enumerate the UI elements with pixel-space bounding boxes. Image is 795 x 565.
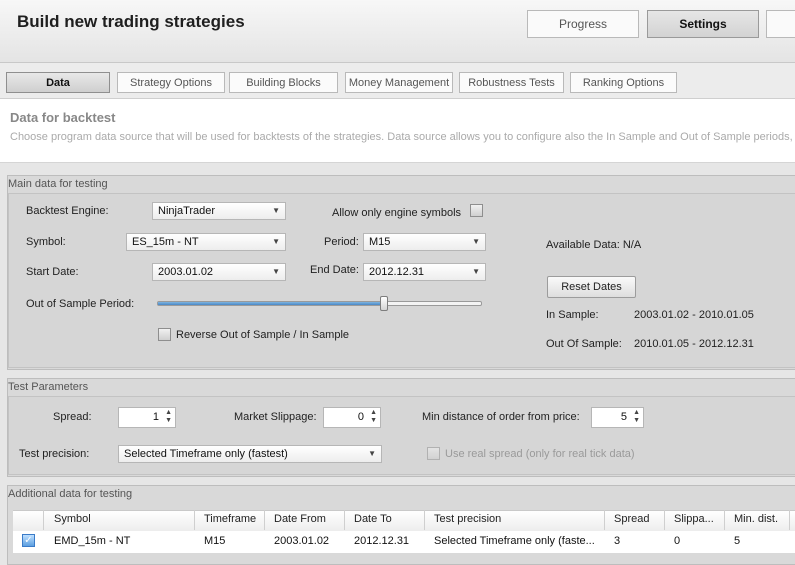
test-precision-select[interactable]: Selected Timeframe only (fastest) ▼ bbox=[118, 445, 382, 463]
period-value: M15 bbox=[369, 236, 391, 248]
reverse-oos-checkbox[interactable] bbox=[158, 328, 171, 341]
start-date-value: 2003.01.02 bbox=[158, 266, 214, 278]
column-header-date-to[interactable]: Date To bbox=[354, 513, 392, 525]
row-checkbox[interactable]: ✓ bbox=[22, 534, 35, 547]
section-title: Data for backtest bbox=[10, 110, 116, 125]
oos-slider-thumb[interactable] bbox=[380, 296, 389, 311]
spinner-arrows-icon[interactable]: ▲ ▼ bbox=[633, 409, 640, 425]
test-precision-label: Test precision: bbox=[19, 448, 90, 460]
cell-date-to: 2012.12.31 bbox=[354, 535, 410, 547]
column-header-spread[interactable]: Spread bbox=[614, 513, 649, 525]
end-date-picker[interactable]: 2012.12.31 ▼ bbox=[363, 263, 486, 281]
column-separator bbox=[344, 510, 345, 530]
spread-value: 1 bbox=[152, 411, 159, 423]
market-slippage-label: Market Slippage: bbox=[234, 411, 317, 423]
symbol-select[interactable]: ES_15m - NT ▼ bbox=[126, 233, 286, 251]
column-header-min-dist[interactable]: Min. dist. bbox=[734, 513, 778, 525]
backtest-engine-label: Backtest Engine: bbox=[26, 205, 109, 217]
column-header-date-from[interactable]: Date From bbox=[274, 513, 326, 525]
column-header-symbol[interactable]: Symbol bbox=[54, 513, 91, 525]
end-date-label: End Date: bbox=[310, 264, 359, 276]
column-separator bbox=[664, 510, 665, 530]
min-distance-label: Min distance of order from price: bbox=[422, 411, 580, 423]
column-separator bbox=[789, 510, 790, 530]
chevron-down-icon: ▼ bbox=[472, 267, 480, 276]
tab-money-management[interactable]: Money Management bbox=[345, 72, 453, 93]
min-distance-stepper[interactable]: 5 ▲ ▼ bbox=[591, 407, 644, 428]
cell-test-precision: Selected Timeframe only (faste... bbox=[434, 535, 595, 547]
cell-spread: 3 bbox=[614, 535, 621, 547]
tab-ranking-options[interactable]: Ranking Options bbox=[570, 72, 677, 93]
column-header-test-precision[interactable]: Test precision bbox=[434, 513, 501, 525]
period-select[interactable]: M15 ▼ bbox=[363, 233, 486, 251]
chevron-down-icon: ▼ bbox=[272, 206, 280, 215]
market-slippage-stepper[interactable]: 0 ▲ ▼ bbox=[323, 407, 381, 428]
cell-symbol: EMD_15m - NT bbox=[54, 535, 131, 547]
symbol-label: Symbol: bbox=[26, 236, 66, 248]
backtest-engine-select[interactable]: NinjaTrader ▼ bbox=[152, 202, 286, 220]
page-title: Build new trading strategies bbox=[17, 12, 245, 31]
cell-date-from: 2003.01.02 bbox=[274, 535, 330, 547]
period-label: Period: bbox=[324, 236, 359, 248]
tab-robustness-tests[interactable]: Robustness Tests bbox=[459, 72, 564, 93]
column-separator bbox=[194, 510, 195, 530]
out-of-sample-label: Out Of Sample: bbox=[546, 338, 622, 350]
min-distance-value: 5 bbox=[620, 411, 627, 423]
in-sample-label: In Sample: bbox=[546, 309, 599, 321]
section-description: Choose program data source that will be … bbox=[10, 131, 795, 143]
start-date-picker[interactable]: 2003.01.02 ▼ bbox=[152, 263, 286, 281]
use-real-spread-label: Use real spread (only for real tick data… bbox=[445, 448, 635, 460]
spinner-arrows-icon[interactable]: ▲ ▼ bbox=[370, 409, 377, 425]
chevron-down-icon: ▼ bbox=[472, 237, 480, 246]
chevron-down-icon: ▼ bbox=[272, 237, 280, 246]
start-date-label: Start Date: bbox=[26, 266, 79, 278]
column-separator bbox=[724, 510, 725, 530]
spread-stepper[interactable]: 1 ▲ ▼ bbox=[118, 407, 176, 428]
backtest-engine-value: NinjaTrader bbox=[158, 205, 216, 217]
checkmark-icon: ✓ bbox=[24, 535, 33, 546]
chevron-down-icon: ▼ bbox=[368, 449, 376, 458]
oos-period-label: Out of Sample Period: bbox=[26, 298, 135, 310]
main-data-group-title: Main data for testing bbox=[8, 178, 108, 190]
test-parameters-group-title: Test Parameters bbox=[8, 381, 89, 393]
test-precision-value: Selected Timeframe only (fastest) bbox=[124, 448, 288, 460]
market-slippage-value: 0 bbox=[357, 411, 364, 423]
extra-button[interactable] bbox=[766, 10, 795, 38]
tab-data[interactable]: Data bbox=[6, 72, 110, 93]
oos-slider-fill bbox=[158, 302, 385, 305]
column-separator bbox=[43, 510, 44, 530]
tab-strategy-options[interactable]: Strategy Options bbox=[117, 72, 225, 93]
spinner-arrows-icon[interactable]: ▲ ▼ bbox=[165, 409, 172, 425]
use-real-spread-checkbox[interactable] bbox=[427, 447, 440, 460]
spread-label: Spread: bbox=[53, 411, 92, 423]
tab-building-blocks[interactable]: Building Blocks bbox=[229, 72, 338, 93]
cell-timeframe: M15 bbox=[204, 535, 226, 547]
column-separator bbox=[264, 510, 265, 530]
available-data-label-text: Available Data: bbox=[546, 239, 620, 251]
out-of-sample-value: 2010.01.05 - 2012.12.31 bbox=[634, 338, 754, 350]
reverse-oos-label: Reverse Out of Sample / In Sample bbox=[176, 329, 350, 341]
column-header-slippage[interactable]: Slippa... bbox=[674, 513, 714, 525]
reset-dates-button[interactable]: Reset Dates bbox=[547, 276, 636, 298]
column-separator bbox=[424, 510, 425, 530]
settings-button[interactable]: Settings bbox=[647, 10, 759, 38]
allow-engine-symbols-label: Allow only engine symbols bbox=[332, 207, 462, 219]
cell-min-dist: 5 bbox=[734, 535, 741, 547]
symbol-value: ES_15m - NT bbox=[132, 236, 199, 248]
allow-engine-symbols-checkbox[interactable] bbox=[470, 204, 483, 217]
chevron-down-icon: ▼ bbox=[272, 267, 280, 276]
column-header-timeframe[interactable]: Timeframe bbox=[204, 513, 256, 525]
end-date-value: 2012.12.31 bbox=[369, 266, 425, 278]
additional-data-group-title: Additional data for testing bbox=[8, 488, 133, 500]
available-data-value: N/A bbox=[622, 239, 642, 251]
in-sample-value: 2003.01.02 - 2010.01.05 bbox=[634, 309, 754, 321]
available-data-label: Available Data: N/A bbox=[546, 239, 641, 251]
progress-button[interactable]: Progress bbox=[527, 10, 639, 38]
cell-slippage: 0 bbox=[674, 535, 681, 547]
column-separator bbox=[604, 510, 605, 530]
